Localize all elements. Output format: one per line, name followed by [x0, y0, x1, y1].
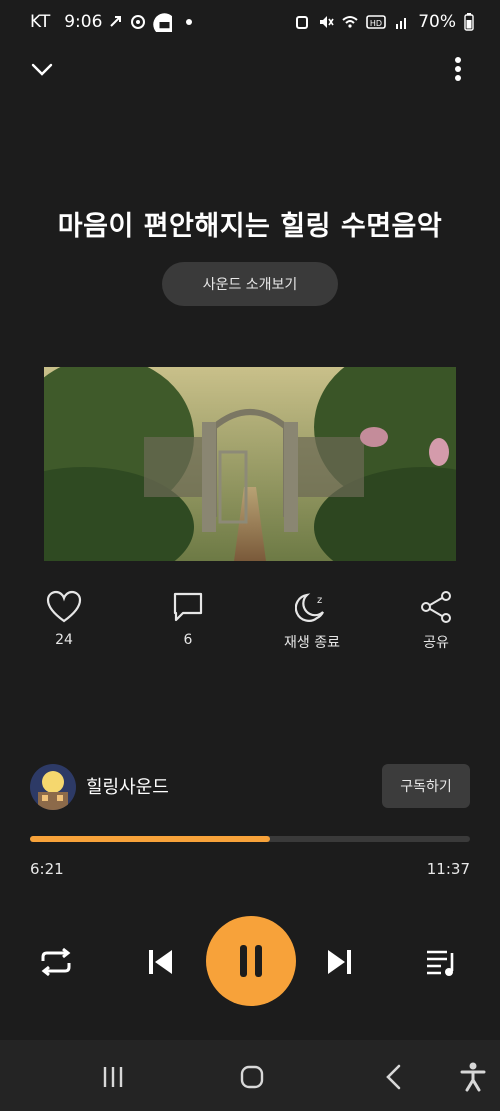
accessibility-button[interactable] — [456, 1060, 490, 1094]
next-button[interactable] — [320, 942, 360, 982]
progress-bar[interactable] — [30, 836, 470, 842]
comment-action[interactable]: 6 — [138, 590, 238, 648]
album-artwork — [44, 367, 456, 561]
comment-count: 6 — [183, 632, 193, 648]
pause-icon — [240, 945, 262, 977]
playlist-button[interactable] — [422, 942, 462, 982]
pause-button[interactable] — [206, 916, 296, 1006]
repeat-icon — [41, 947, 71, 977]
track-title: 마음이 편안해지는 힐링 수면음악 — [57, 211, 443, 242]
total-time: 11:37 — [426, 860, 470, 878]
alarm-icon — [296, 16, 309, 29]
mute-icon — [320, 16, 334, 28]
wifi-icon — [342, 16, 358, 28]
share-icon — [421, 591, 451, 623]
comment-icon — [173, 592, 203, 622]
heart-icon — [46, 590, 82, 623]
home-icon — [240, 1065, 264, 1089]
sync-icon — [131, 15, 146, 29]
lock-app-icon — [153, 13, 173, 32]
battery-icon — [464, 13, 474, 31]
upload-icon — [110, 16, 122, 27]
svg-text:HD: HD — [370, 19, 382, 28]
battery-percent: 70% — [418, 12, 456, 32]
more-vertical-icon — [455, 57, 461, 81]
system-nav-bar — [0, 1040, 500, 1111]
status-bar: KT 9:06 HD 70% — [0, 0, 500, 46]
channel-avatar[interactable] — [30, 764, 76, 810]
status-left: KT 9:06 — [30, 12, 193, 32]
skip-next-icon — [328, 950, 351, 974]
home-button[interactable] — [235, 1060, 269, 1094]
like-action[interactable]: 24 — [14, 590, 114, 648]
accessibility-icon — [460, 1062, 486, 1092]
svg-text:z: z — [317, 595, 322, 606]
sleep-timer-label: 재생 종료 — [284, 635, 340, 651]
collapse-button[interactable] — [28, 56, 56, 84]
skip-previous-icon — [149, 950, 172, 974]
notification-dot-icon — [186, 19, 193, 25]
chevron-down-icon — [31, 63, 53, 76]
like-count: 24 — [55, 632, 73, 648]
progress-fill — [30, 836, 271, 842]
status-right: HD 70% — [294, 12, 474, 32]
repeat-button[interactable] — [36, 942, 76, 982]
playlist-icon — [427, 950, 454, 976]
channel-name[interactable]: 힐링사운드 — [86, 773, 169, 799]
share-label: 공유 — [423, 635, 449, 651]
carrier-label: KT — [30, 12, 51, 32]
signal-icon — [396, 18, 407, 29]
previous-button[interactable] — [140, 942, 180, 982]
back-button[interactable] — [377, 1060, 411, 1094]
elapsed-time: 6:21 — [30, 860, 64, 878]
moon-icon: z — [295, 593, 324, 622]
back-icon — [386, 1064, 401, 1090]
recent-apps-icon — [103, 1067, 123, 1087]
recent-apps-button[interactable] — [96, 1060, 130, 1094]
sound-intro-button[interactable]: 사운드 소개보기 — [162, 262, 338, 306]
clock: 9:06 — [64, 12, 103, 32]
hd-icon: HD — [366, 15, 387, 29]
share-action[interactable]: 공유 — [386, 590, 486, 652]
sleep-timer-action[interactable]: z 재생 종료 — [262, 590, 362, 652]
subscribe-button[interactable]: 구독하기 — [382, 764, 470, 808]
more-options-button[interactable] — [444, 54, 472, 84]
